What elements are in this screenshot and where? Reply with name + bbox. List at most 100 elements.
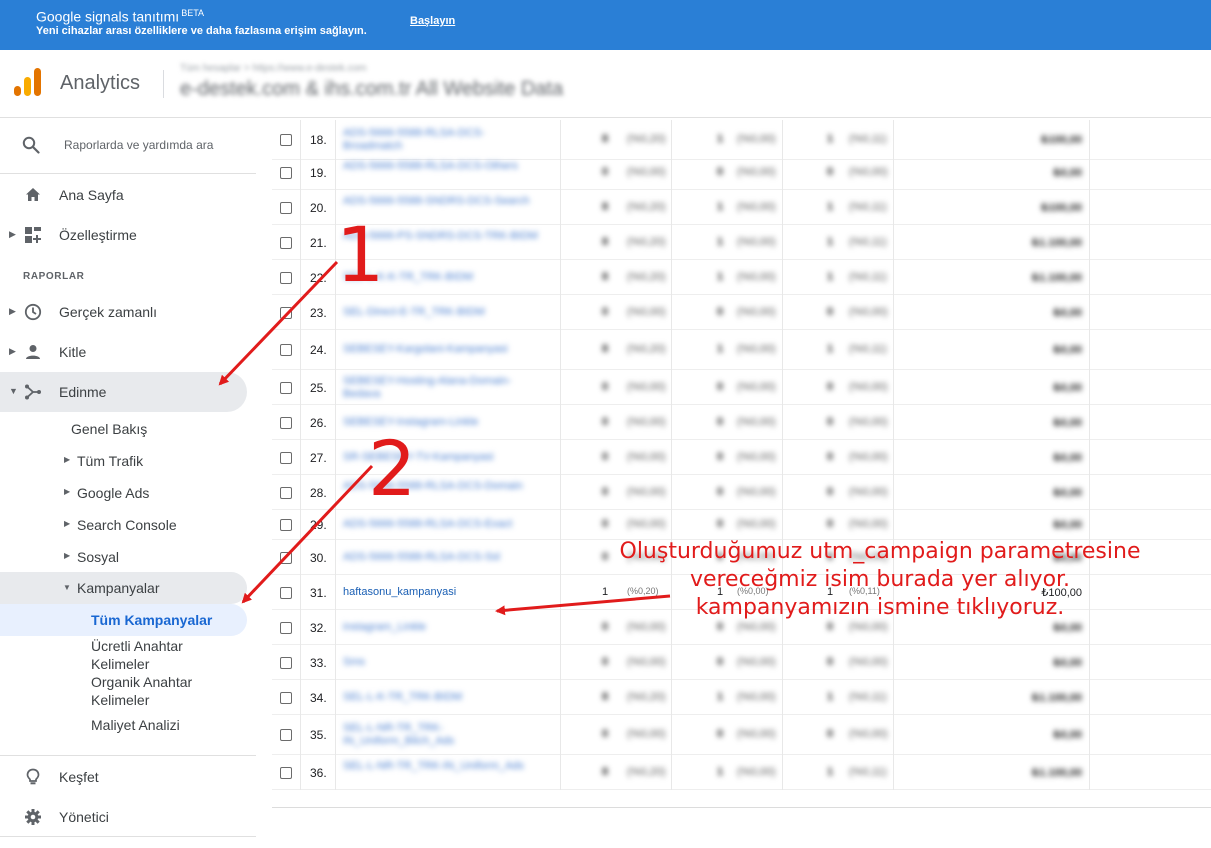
metric-users: 0 — [827, 166, 834, 178]
row-checkbox[interactable] — [280, 417, 292, 429]
campaign-name-link[interactable]: SEBESEY-Hosting-Alana-Domain-Bedava — [343, 375, 543, 401]
campaign-name-link[interactable]: ADS-5666-5588-RLSA-DCS-Others — [343, 160, 543, 173]
column-divider — [560, 510, 561, 540]
column-divider — [560, 440, 561, 475]
row-checkbox[interactable] — [280, 167, 292, 179]
row-checkbox[interactable] — [280, 307, 292, 319]
metric-users: 1 — [827, 691, 834, 703]
row-checkbox[interactable] — [280, 587, 292, 599]
row-checkbox[interactable] — [280, 729, 292, 741]
metric-new-users: 1 — [717, 766, 724, 778]
row-checkbox[interactable] — [280, 692, 292, 704]
sidebar-item-home[interactable]: Ana Sayfa — [0, 175, 256, 215]
metric-users: 1 — [827, 766, 834, 778]
campaign-name-link[interactable]: SEL-L-K-K-TR_TRK-BIDM — [343, 271, 543, 284]
sidebar-item-audience[interactable]: ▶ Kitle — [0, 332, 256, 372]
sidebar-item-campaigns[interactable]: ▼ Kampanyalar — [0, 572, 247, 604]
column-divider — [1089, 680, 1090, 715]
campaign-name-link[interactable]: ADS-5666-5588-SNDRS-DCS-Search — [343, 195, 543, 208]
metric-users-pct: (%0,11) — [849, 766, 887, 778]
expand-caret-icon: ▶ — [64, 551, 71, 560]
campaign-name-link[interactable]: haftasonu_kampanyasi — [343, 586, 543, 598]
metric-revenue: ₺0,00 — [1053, 382, 1082, 394]
sidebar-item-acquisition[interactable]: ▼ Edinme — [0, 372, 247, 412]
sidebar: Raporlarda ve yardımda ara Ana Sayfa ▶ Ö… — [0, 118, 272, 848]
metric-sessions: 0 — [602, 166, 609, 178]
campaign-name-link[interactable]: SR-SEBESEY-TV-Kampanyasi — [343, 451, 543, 464]
campaign-name-link[interactable]: ADS-5666-5588-RLSA-DCS-Broadmatch — [343, 127, 543, 153]
search-icon — [22, 136, 40, 154]
property-selector[interactable]: e-destek.com & ihs.com.tr All Website Da… — [180, 78, 563, 101]
metric-revenue: ₺0,00 — [1053, 657, 1082, 669]
row-checkbox[interactable] — [280, 237, 292, 249]
campaign-name-link[interactable]: ADS-5666-PS-SNDRS-DCS-TRK-BIDM — [343, 230, 543, 243]
sidebar-item-social[interactable]: ▶ Sosyal — [0, 543, 256, 571]
column-divider — [335, 120, 336, 160]
campaign-name-link[interactable]: SEL-L-K-TR_TRK-BIDM — [343, 691, 543, 704]
row-checkbox[interactable] — [280, 452, 292, 464]
column-divider — [335, 370, 336, 405]
row-number: 36. — [310, 766, 327, 780]
row-checkbox[interactable] — [280, 519, 292, 531]
metric-new-users: 1 — [717, 201, 724, 213]
metric-users-pct: (%0,11) — [849, 133, 887, 145]
metric-users-pct: (%0,11) — [849, 343, 887, 355]
row-checkbox[interactable] — [280, 487, 292, 499]
row-checkbox[interactable] — [280, 622, 292, 634]
account-breadcrumb[interactable]: Tüm hesaplar > https://www.e-destek.com — [180, 63, 366, 74]
campaign-name-link[interactable]: SEL-L-NR-TR_TRK-IN_Uniform_Ads — [343, 760, 543, 773]
metric-revenue: ₺1.100,00 — [1032, 272, 1082, 284]
column-divider — [560, 680, 561, 715]
sidebar-item-all-traffic[interactable]: ▶ Tüm Trafik — [0, 447, 256, 475]
sidebar-item-organic-keywords[interactable]: Organik Anahtar Kelimeler — [91, 673, 241, 709]
sidebar-item-all-campaigns[interactable]: Tüm Kampanyalar — [0, 604, 247, 636]
column-divider — [300, 645, 301, 680]
column-divider — [671, 190, 672, 225]
sidebar-item-overview[interactable]: Genel Bakış — [0, 415, 256, 443]
column-divider — [300, 225, 301, 260]
campaign-name-link[interactable]: SEL-Direct-E-TR_TRK-BIDM — [343, 306, 543, 319]
campaign-name-link[interactable]: SEBESEY-Kargolani-Kampanyasi — [343, 343, 543, 356]
campaign-name-link[interactable]: SEL-L-NR-TR_TRK-IN_Uniform_Bitch_Ads — [343, 722, 543, 748]
metric-users: 1 — [827, 343, 834, 355]
sidebar-item-search-console[interactable]: ▶ Search Console — [0, 511, 256, 539]
sidebar-item-label: Keşfet — [59, 769, 99, 785]
row-checkbox[interactable] — [280, 272, 292, 284]
campaign-name-link[interactable]: ADS-5666-5588-RLSA-DCS-Ssl — [343, 551, 543, 564]
metric-new-users-pct: (%0,00) — [737, 621, 776, 633]
sidebar-item-cost-analysis[interactable]: Maliyet Analizi — [91, 716, 241, 734]
row-checkbox[interactable] — [280, 344, 292, 356]
row-checkbox[interactable] — [280, 657, 292, 669]
banner-start-link[interactable]: Başlayın — [410, 15, 455, 27]
metric-sessions: 0 — [602, 416, 609, 428]
metric-sessions: 8 — [602, 236, 609, 248]
column-divider — [300, 260, 301, 295]
campaign-name-link[interactable]: instagram_Linkle — [343, 621, 543, 634]
sidebar-item-admin[interactable]: Yönetici — [0, 797, 256, 837]
column-divider — [893, 330, 894, 370]
row-checkbox[interactable] — [280, 767, 292, 779]
campaign-name-link[interactable]: ADS-5666-5588-RLSA-DCS-Exact — [343, 518, 543, 531]
campaign-name-link[interactable]: Sms — [343, 656, 543, 669]
table-row: 19. ADS-5666-5588-RLSA-DCS-Others 0 (%0,00)… — [272, 155, 1211, 190]
row-checkbox[interactable] — [280, 134, 292, 146]
campaign-name-link[interactable]: ADS-5666-5588-RLSA-DCS-Domain — [343, 480, 543, 493]
row-checkbox[interactable] — [280, 552, 292, 564]
sidebar-item-google-ads[interactable]: ▶ Google Ads — [0, 479, 256, 507]
sidebar-item-paid-keywords[interactable]: Ücretli Anahtar Kelimeler — [91, 637, 241, 673]
sidebar-search[interactable]: Raporlarda ve yardımda ara — [0, 118, 256, 174]
expand-caret-icon: ▶ — [9, 306, 16, 316]
campaign-name-link[interactable]: SEBESEY-Instagram-Linkle — [343, 416, 543, 429]
metric-new-users: 0 — [717, 381, 724, 393]
metric-users-pct: (%0,00) — [849, 381, 888, 393]
clock-icon — [24, 303, 42, 321]
column-divider — [335, 510, 336, 540]
row-checkbox[interactable] — [280, 202, 292, 214]
row-checkbox[interactable] — [280, 382, 292, 394]
metric-new-users: 0 — [717, 728, 724, 740]
analytics-logo-icon[interactable] — [14, 68, 42, 98]
sidebar-item-realtime[interactable]: ▶ Gerçek zamanlı — [0, 292, 256, 332]
sidebar-item-customization[interactable]: ▶ Özelleştirme — [0, 215, 256, 255]
metric-users: 0 — [827, 306, 834, 318]
sidebar-item-discover[interactable]: Keşfet — [0, 757, 256, 797]
